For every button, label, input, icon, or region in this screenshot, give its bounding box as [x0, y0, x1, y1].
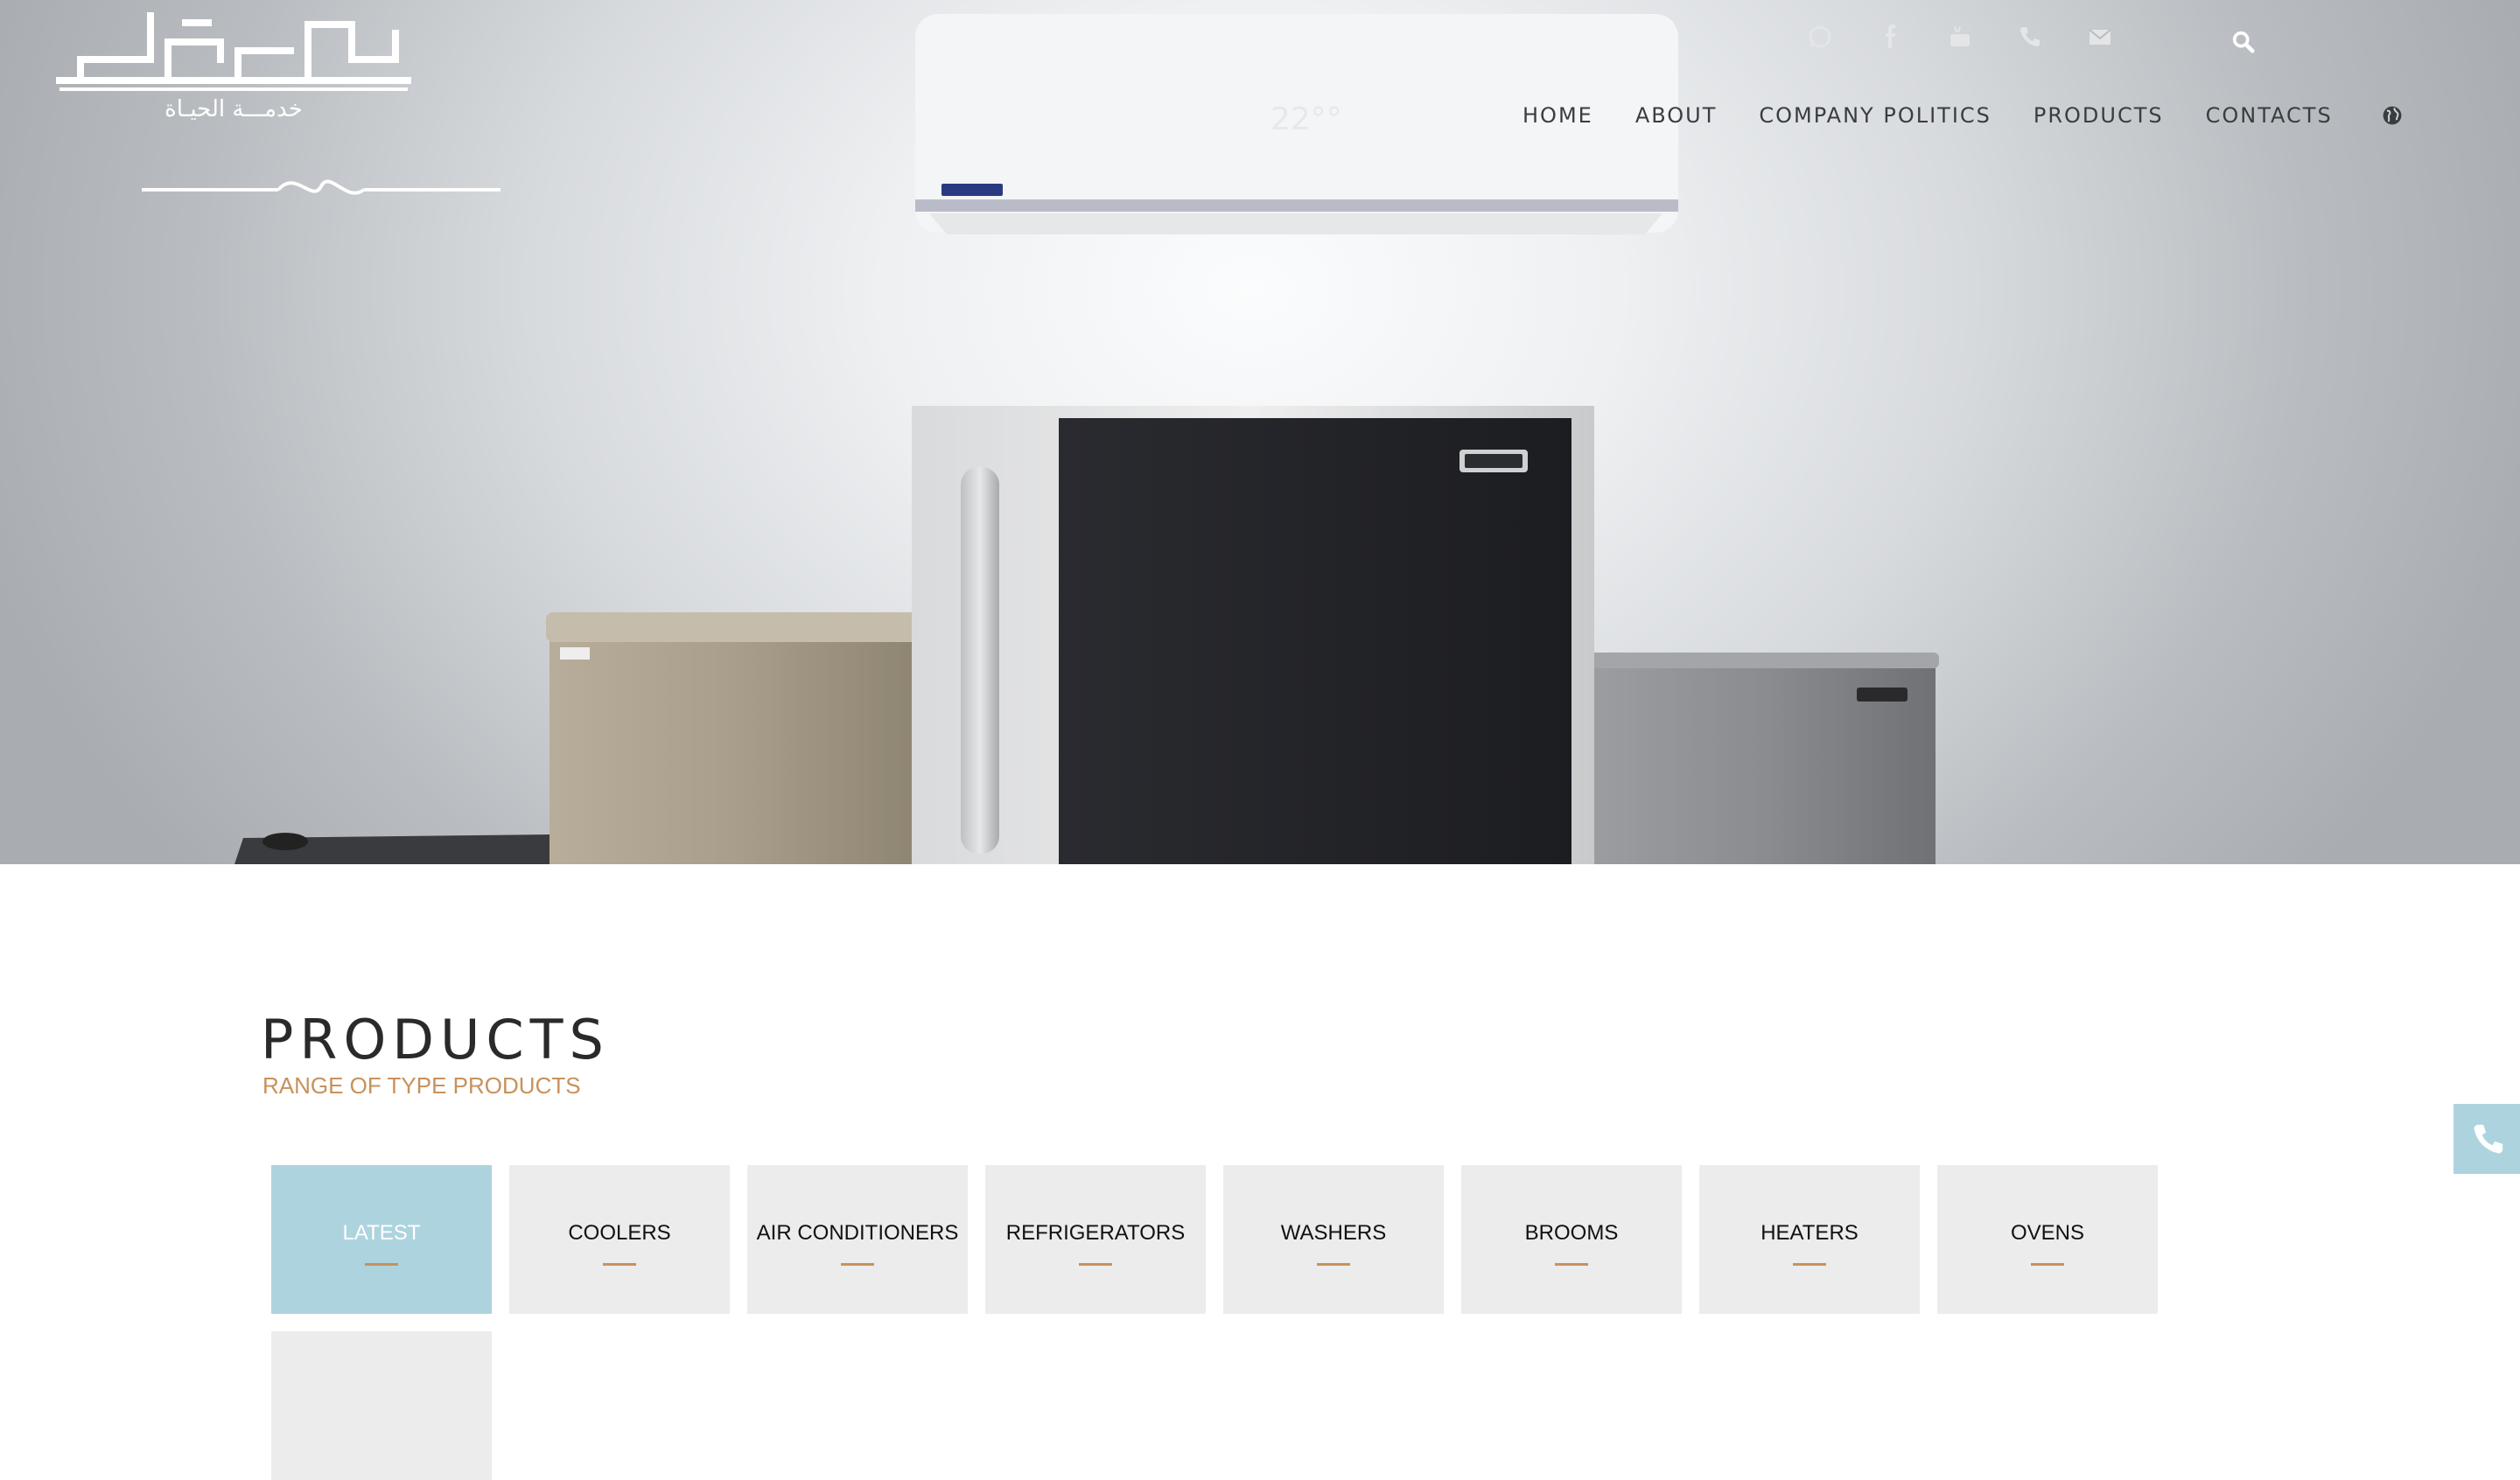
tab-refrigerators[interactable]: REFRIGERATORS	[985, 1165, 1206, 1314]
tab-washers[interactable]: WASHERS	[1223, 1165, 1444, 1314]
tab-label: WASHERS	[1280, 1220, 1387, 1245]
tab-brooms[interactable]: BROOMS	[1461, 1165, 1682, 1314]
hero-banner: 22°° خدمـــة الحيـاة HOME ABOUT COMPANY …	[0, 0, 2520, 864]
floating-phone-button[interactable]	[2454, 1104, 2520, 1174]
youtube-icon[interactable]	[1925, 19, 1995, 54]
tab-underline	[1079, 1262, 1112, 1266]
search-icon[interactable]	[2224, 23, 2263, 61]
tab-underline	[1793, 1262, 1826, 1266]
nav-company-politics[interactable]: COMPANY POLITICS	[1759, 103, 1992, 128]
phone-icon[interactable]	[1995, 19, 2065, 54]
tab-underline	[603, 1262, 636, 1266]
product-category-tabs: LATEST COOLERS AIR CONDITIONERS REFRIGER…	[271, 1165, 2196, 1480]
globe-icon[interactable]	[2375, 98, 2410, 133]
tab-label: AIR CONDITIONERS	[756, 1220, 959, 1245]
tab-label: COOLERS	[568, 1220, 671, 1245]
products-title: PRODUCTS	[261, 1008, 610, 1072]
whatsapp-icon[interactable]	[1785, 19, 1855, 54]
tab-ovens[interactable]: OVENS	[1937, 1165, 2158, 1314]
nav-products[interactable]: PRODUCTS	[2034, 103, 2164, 128]
logo-tagline: خدمـــة الحيـاة	[164, 96, 303, 122]
tab-underline	[841, 1262, 874, 1266]
phone-icon	[2474, 1124, 2503, 1154]
tab-underline	[1317, 1262, 1350, 1266]
nav-home[interactable]: HOME	[1522, 103, 1593, 128]
mail-icon[interactable]	[2065, 19, 2135, 54]
tab-latest[interactable]: LATEST	[271, 1165, 492, 1314]
nav-contacts[interactable]: CONTACTS	[2206, 103, 2333, 128]
tab-underline	[365, 1262, 398, 1266]
logo-calligraphy-icon	[56, 12, 411, 91]
tab-underline	[1555, 1262, 1588, 1266]
tab-label: OVENS	[2010, 1220, 2085, 1245]
tab-label: HEATERS	[1760, 1220, 1858, 1245]
tab-coolers[interactable]: COOLERS	[509, 1165, 730, 1314]
tab-label: BROOMS	[1524, 1220, 1619, 1245]
brand-logo[interactable]: خدمـــة الحيـاة	[54, 7, 500, 195]
tab-label: REFRIGERATORS	[1005, 1220, 1186, 1245]
tab-heaters[interactable]: HEATERS	[1699, 1165, 1920, 1314]
nav-about[interactable]: ABOUT	[1635, 103, 1718, 128]
tab-air-conditioners[interactable]: AIR CONDITIONERS	[747, 1165, 968, 1314]
main-nav: HOME ABOUT COMPANY POLITICS PRODUCTS CON…	[1522, 98, 2410, 133]
top-social-icons	[1785, 19, 2135, 54]
products-subtitle: RANGE OF TYPE PRODUCTS	[262, 1072, 581, 1099]
logo-flourish-icon	[142, 179, 500, 195]
tab-underline	[2031, 1262, 2064, 1266]
tab-next-row[interactable]	[271, 1331, 492, 1480]
facebook-icon[interactable]	[1855, 19, 1925, 54]
ac-display: 22°°	[1270, 101, 1342, 137]
tab-label: LATEST	[342, 1220, 421, 1245]
